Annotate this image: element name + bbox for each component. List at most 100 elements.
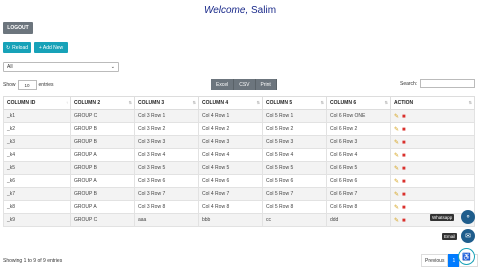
table-header-row: COLUMN ID ↑ COLUMN 2 ⇅ COLUMN 3 ⇅ COLUMN 4 ⇅… bbox=[3, 96, 475, 110]
print-button[interactable]: Print bbox=[255, 79, 277, 90]
accessibility-button[interactable]: ♿ bbox=[458, 248, 475, 265]
table-row: _k1 GROUP C Col 3 Row 1 Col 4 Row 1 Col 5 Ro… bbox=[3, 109, 475, 123]
previous-button[interactable]: Previous bbox=[421, 254, 449, 267]
table-cell: Col 3 Row 5 bbox=[134, 161, 199, 175]
table-cell: _k7 bbox=[3, 187, 71, 201]
table-cell: GROUP A bbox=[70, 174, 135, 188]
chat-bubble-icon: ⚬ bbox=[465, 214, 471, 221]
table-cell: _k5 bbox=[3, 161, 71, 175]
table-cell: Col 6 Row 7 bbox=[326, 187, 391, 201]
reload-button[interactable]: ↻ Reload bbox=[3, 42, 31, 53]
table-cell: Col 5 Row 4 bbox=[262, 148, 327, 162]
sort-icon: ⇅ bbox=[256, 100, 260, 105]
column-header[interactable]: ACTION ⇅ bbox=[390, 96, 475, 110]
delete-icon[interactable]: ■ bbox=[402, 114, 406, 120]
column-header[interactable]: COLUMN 5 ⇅ bbox=[262, 96, 327, 110]
table-cell: Col 3 Row 7 bbox=[134, 187, 199, 201]
edit-icon[interactable]: ✎ bbox=[394, 218, 399, 224]
column-header[interactable]: COLUMN ID ↑ bbox=[3, 96, 71, 110]
table-cell: _k4 bbox=[3, 148, 71, 162]
table-cell: Col 6 Row 6 bbox=[326, 174, 391, 188]
table-cell: Col 6 Row 5 bbox=[326, 161, 391, 175]
search-label: Search: bbox=[400, 81, 418, 87]
email-tooltip: Email bbox=[442, 233, 458, 240]
table-cell: bbb bbox=[198, 213, 263, 227]
table-cell: Col 4 Row 6 bbox=[198, 174, 263, 188]
delete-icon[interactable]: ■ bbox=[402, 127, 406, 133]
table-cell: Col 3 Row 6 bbox=[134, 174, 199, 188]
table-cell: Col 5 Row 7 bbox=[262, 187, 327, 201]
sort-icon: ⇅ bbox=[128, 100, 132, 105]
table-cell: aaa bbox=[134, 213, 199, 227]
delete-icon[interactable]: ■ bbox=[402, 218, 406, 224]
table-cell: Col 3 Row 2 bbox=[134, 122, 199, 136]
table-cell: Col 4 Row 5 bbox=[198, 161, 263, 175]
table-row: _k9 GROUP Caaa bbb cc ddd ✎ ■ bbox=[3, 213, 475, 227]
column-header[interactable]: COLUMN 6 ⇅ bbox=[326, 96, 391, 110]
page-length-select[interactable]: 10 bbox=[17, 80, 37, 90]
table-cell: Col 4 Row 4 bbox=[198, 148, 263, 162]
edit-icon[interactable]: ✎ bbox=[394, 127, 399, 133]
sort-icon: ⇅ bbox=[468, 100, 472, 105]
delete-icon[interactable]: ■ bbox=[402, 192, 406, 198]
table-cell: Col 3 Row 1 bbox=[134, 109, 199, 123]
column-header[interactable]: COLUMN 3 ⇅ bbox=[134, 96, 199, 110]
delete-icon[interactable]: ■ bbox=[402, 179, 406, 185]
table-cell: ddd bbox=[326, 213, 391, 227]
edit-icon[interactable]: ✎ bbox=[394, 192, 399, 198]
table-cell: Col 3 Row 3 bbox=[134, 135, 199, 149]
table-row: _k8 GROUP A Col 3 Row 8 Col 4 Row 8 Col 5 Ro… bbox=[3, 200, 475, 214]
table-cell: Col 4 Row 3 bbox=[198, 135, 263, 149]
user-name: Salim bbox=[251, 5, 277, 16]
column-header[interactable]: COLUMN 2 ⇅ bbox=[70, 96, 135, 110]
envelope-icon: ✉ bbox=[465, 233, 471, 240]
table-cell: _k8 bbox=[3, 200, 71, 214]
table-cell: GROUP B bbox=[70, 135, 135, 149]
table-info: Showing 1 to 9 of 9 entries bbox=[3, 258, 63, 264]
table-cell: Col 4 Row 1 bbox=[198, 109, 263, 123]
table-cell: Col 6 Row 4 bbox=[326, 148, 391, 162]
delete-icon[interactable]: ■ bbox=[402, 140, 406, 146]
delete-icon[interactable]: ■ bbox=[402, 205, 406, 211]
csv-button[interactable]: CSV bbox=[234, 79, 256, 90]
page-length-suffix: entries bbox=[38, 82, 54, 88]
edit-icon[interactable]: ✎ bbox=[394, 114, 399, 120]
accessibility-icon: ♿ bbox=[462, 253, 471, 261]
table-cell: GROUP B bbox=[70, 161, 135, 175]
add-new-button[interactable]: + Add New bbox=[34, 42, 68, 53]
action-cell: ✎ ■ bbox=[390, 161, 475, 175]
excel-button[interactable]: Excel bbox=[211, 79, 235, 90]
edit-icon[interactable]: ✎ bbox=[394, 166, 399, 172]
action-cell: ✎ ■ bbox=[390, 174, 475, 188]
welcome-text: Welcome, bbox=[203, 5, 249, 16]
table-cell: _k6 bbox=[3, 174, 71, 188]
delete-icon[interactable]: ■ bbox=[402, 153, 406, 159]
edit-icon[interactable]: ✎ bbox=[394, 179, 399, 185]
edit-icon[interactable]: ✎ bbox=[394, 153, 399, 159]
table-cell: Col 5 Row 6 bbox=[262, 174, 327, 188]
whatsapp-tooltip: Whatsapp bbox=[430, 214, 455, 221]
action-cell: ✎ ■ bbox=[390, 148, 475, 162]
table-cell: Col 4 Row 2 bbox=[198, 122, 263, 136]
table-row: _k6 GROUP A Col 3 Row 6 Col 4 Row 6 Col 5 Ro… bbox=[3, 174, 475, 188]
logout-button[interactable]: LOGOUT bbox=[3, 22, 33, 34]
action-cell: ✎ ■ bbox=[390, 187, 475, 201]
table-cell: Col 6 Row 3 bbox=[326, 135, 391, 149]
table-row: _k4 GROUP A Col 3 Row 4 Col 4 Row 4 Col 5 Ro… bbox=[3, 148, 475, 162]
table-cell: Col 5 Row 8 bbox=[262, 200, 327, 214]
sort-icon: ⇅ bbox=[192, 100, 196, 105]
table-cell: Col 4 Row 7 bbox=[198, 187, 263, 201]
column-header[interactable]: COLUMN 4 ⇅ bbox=[198, 96, 263, 110]
edit-icon[interactable]: ✎ bbox=[394, 140, 399, 146]
table-cell: Col 5 Row 2 bbox=[262, 122, 327, 136]
edit-icon[interactable]: ✎ bbox=[394, 205, 399, 211]
group-filter-select[interactable]: All ⌄ bbox=[3, 62, 119, 72]
table-cell: Col 4 Row 8 bbox=[198, 200, 263, 214]
email-button[interactable]: ✉ bbox=[461, 229, 475, 243]
whatsapp-chat-button[interactable]: ⚬ bbox=[461, 210, 475, 224]
table-row: _k7 GROUP B Col 3 Row 7 Col 4 Row 7 Col 5 Ro… bbox=[3, 187, 475, 201]
search-input[interactable] bbox=[420, 79, 475, 88]
delete-icon[interactable]: ■ bbox=[402, 166, 406, 172]
sort-asc-icon: ↑ bbox=[66, 100, 68, 105]
table-cell: Col 5 Row 5 bbox=[262, 161, 327, 175]
